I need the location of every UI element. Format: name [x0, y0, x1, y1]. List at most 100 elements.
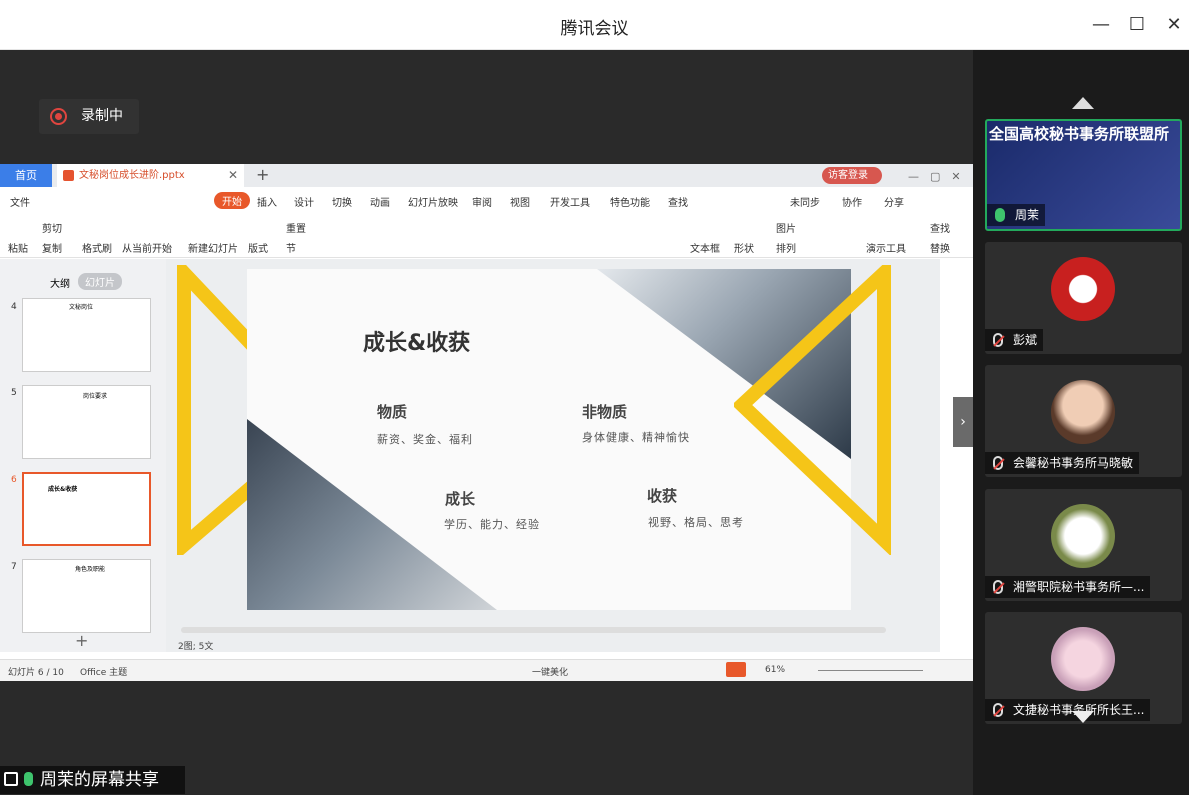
collapse-side-panel-button[interactable]: › [953, 397, 973, 447]
slide-item-text: 视野、格局、思考 [648, 516, 744, 529]
beautify-button[interactable]: 一键美化 [532, 665, 568, 678]
recording-label: 录制中 [81, 108, 123, 124]
window-title: 腾讯会议 [560, 19, 629, 39]
screen-share-label: 周茉的屏幕共享 [0, 766, 185, 794]
slide-thumbnail-6[interactable]: 成长&收获 [22, 472, 151, 546]
layout-button[interactable]: 版式 [248, 240, 268, 255]
find-button[interactable]: 查找 [930, 220, 950, 235]
menu-features[interactable]: 特色功能 [610, 194, 650, 209]
slide-item-heading: 非物质 [582, 403, 628, 421]
participant-name: 会馨秘书事务所马晓敏 [985, 452, 1140, 474]
screen-share-icon [4, 772, 18, 786]
theme-name: Office 主题 [80, 668, 128, 678]
wps-presentation-window: 首页 文秘岗位成长进阶.pptx ✕ + 访客登录 — ▢ ✕ 文件 开始 插入… [0, 164, 973, 681]
tab-document[interactable]: 文秘岗位成长进阶.pptx ✕ [57, 164, 244, 187]
title-bar: 腾讯会议 — ☐ ✕ [0, 0, 1189, 50]
menu-view[interactable]: 视图 [510, 194, 530, 209]
section-button[interactable]: 节 [286, 240, 296, 255]
tab-slides[interactable]: 幻灯片 [78, 273, 122, 290]
menu-review[interactable]: 审阅 [472, 194, 492, 209]
collaborate-button[interactable]: 协作 [842, 194, 862, 209]
thumb-number: 4 [11, 302, 17, 312]
slide-item-heading: 成长 [445, 490, 476, 508]
add-slide-button[interactable]: + [75, 631, 88, 650]
share-button[interactable]: 分享 [884, 194, 904, 209]
menu-file[interactable]: 文件 [10, 194, 30, 209]
tab-document-label: 文秘岗位成长进阶.pptx [79, 170, 185, 181]
menu-developer[interactable]: 开发工具 [550, 194, 590, 209]
mic-muted-icon [993, 703, 1003, 717]
shape-button[interactable]: 形状 [734, 240, 754, 255]
slide-editor-canvas[interactable]: 成长&收获 物质 薪资、奖金、福利 非物质 身体健康、精神愉快 成长 学历、能力… [166, 259, 940, 652]
play-from-current-button[interactable]: 从当前开始 [122, 240, 172, 255]
mic-on-icon [995, 208, 1005, 222]
menu-slideshow[interactable]: 幻灯片放映 [408, 194, 458, 209]
yellow-triangle-right [734, 265, 891, 555]
menu-insert[interactable]: 插入 [257, 194, 277, 209]
recording-indicator[interactable]: 录制中 [39, 99, 139, 134]
menu-home[interactable]: 开始 [214, 192, 250, 209]
horizontal-scrollbar[interactable] [181, 627, 886, 633]
replace-button[interactable]: 替换 [930, 240, 950, 255]
scroll-up-icon[interactable] [1072, 97, 1094, 109]
pptx-icon [63, 170, 74, 181]
menu-design[interactable]: 设计 [294, 194, 314, 209]
picture-button[interactable]: 图片 [776, 220, 796, 235]
participant-card-1[interactable]: 全国高校秘书事务所联盟所 周茉 [985, 119, 1182, 231]
tab-bar: 首页 文秘岗位成长进阶.pptx ✕ + 访客登录 — ▢ ✕ [0, 164, 973, 187]
notes-status: 2图; 5文 [178, 642, 214, 652]
play-slideshow-button[interactable] [726, 662, 746, 677]
new-tab-button[interactable]: + [256, 164, 269, 186]
slide-item-text: 学历、能力、经验 [444, 518, 540, 531]
participant-name: 彭斌 [985, 329, 1044, 351]
copy-button[interactable]: 复制 [42, 240, 62, 255]
thumb-number: 7 [11, 562, 17, 572]
close-button[interactable]: ✕ [1161, 12, 1187, 38]
close-tab-icon[interactable]: ✕ [228, 164, 238, 187]
slide-photo-tablet [247, 419, 497, 610]
new-slide-button[interactable]: 新建幻灯片 [188, 240, 238, 255]
tab-home[interactable]: 首页 [0, 164, 52, 187]
arrange-button[interactable]: 排列 [776, 240, 796, 255]
slide-item-text: 身体健康、精神愉快 [582, 431, 690, 444]
thumb-title: 文秘岗位 [69, 304, 94, 311]
format-painter-button[interactable]: 格式刷 [82, 240, 112, 255]
menu-search[interactable]: 查找 [668, 194, 688, 209]
mic-on-icon [24, 772, 33, 786]
menu-animation[interactable]: 动画 [370, 194, 390, 209]
presentation-tools-button[interactable]: 演示工具 [866, 240, 906, 255]
maximize-button[interactable]: ☐ [1124, 12, 1150, 38]
slide-counter: 幻灯片 6 / 10 [8, 668, 64, 678]
avatar [1051, 627, 1115, 691]
zoom-slider[interactable] [818, 670, 923, 671]
participant-name: 文捷秘书事务所所长王... [985, 699, 1151, 721]
mic-muted-icon [993, 580, 1003, 594]
slide-thumbnail-7[interactable]: 角色及职能 [22, 559, 151, 633]
paste-button[interactable]: 粘贴 [8, 240, 28, 255]
thumb-title: 成长&收获 [48, 486, 78, 493]
participant-card-5[interactable]: 文捷秘书事务所所长王... [985, 612, 1182, 724]
tab-outline[interactable]: 大纲 [50, 275, 70, 290]
guest-login-button[interactable]: 访客登录 [822, 167, 882, 184]
window-controls[interactable]: — ▢ ✕ [908, 168, 961, 184]
minimize-button[interactable]: — [1088, 12, 1114, 38]
participant-name: 周茉 [987, 204, 1046, 226]
slide-thumbnail-5[interactable]: 岗位要求 [22, 385, 151, 459]
reset-button[interactable]: 重置 [286, 220, 306, 235]
menu-bar: 文件 开始 插入 设计 切换 动画 幻灯片放映 审阅 视图 开发工具 特色功能 … [0, 188, 973, 212]
unsynced-status[interactable]: 未同步 [790, 194, 820, 209]
textbox-button[interactable]: 文本框 [690, 240, 720, 255]
thumb-number: 6 [11, 475, 17, 485]
status-bar: 幻灯片 6 / 10 Office 主题 一键美化 61% [0, 659, 973, 681]
mic-muted-icon [993, 333, 1003, 347]
menu-transition[interactable]: 切换 [332, 194, 352, 209]
participant-card-4[interactable]: 湘警职院秘书事务所—... [985, 489, 1182, 601]
slide-thumbnail-4[interactable]: 文秘岗位 [22, 298, 151, 372]
scroll-down-icon[interactable] [1072, 711, 1094, 723]
participant-card-2[interactable]: 彭斌 [985, 242, 1182, 354]
participant-card-3[interactable]: 会馨秘书事务所马晓敏 [985, 365, 1182, 477]
cut-button[interactable]: 剪切 [42, 220, 62, 235]
screen-share-text: 周茉的屏幕共享 [40, 770, 159, 790]
zoom-level[interactable]: 61% [765, 665, 785, 675]
participant-banner: 全国高校秘书事务所联盟所 [989, 125, 1170, 143]
